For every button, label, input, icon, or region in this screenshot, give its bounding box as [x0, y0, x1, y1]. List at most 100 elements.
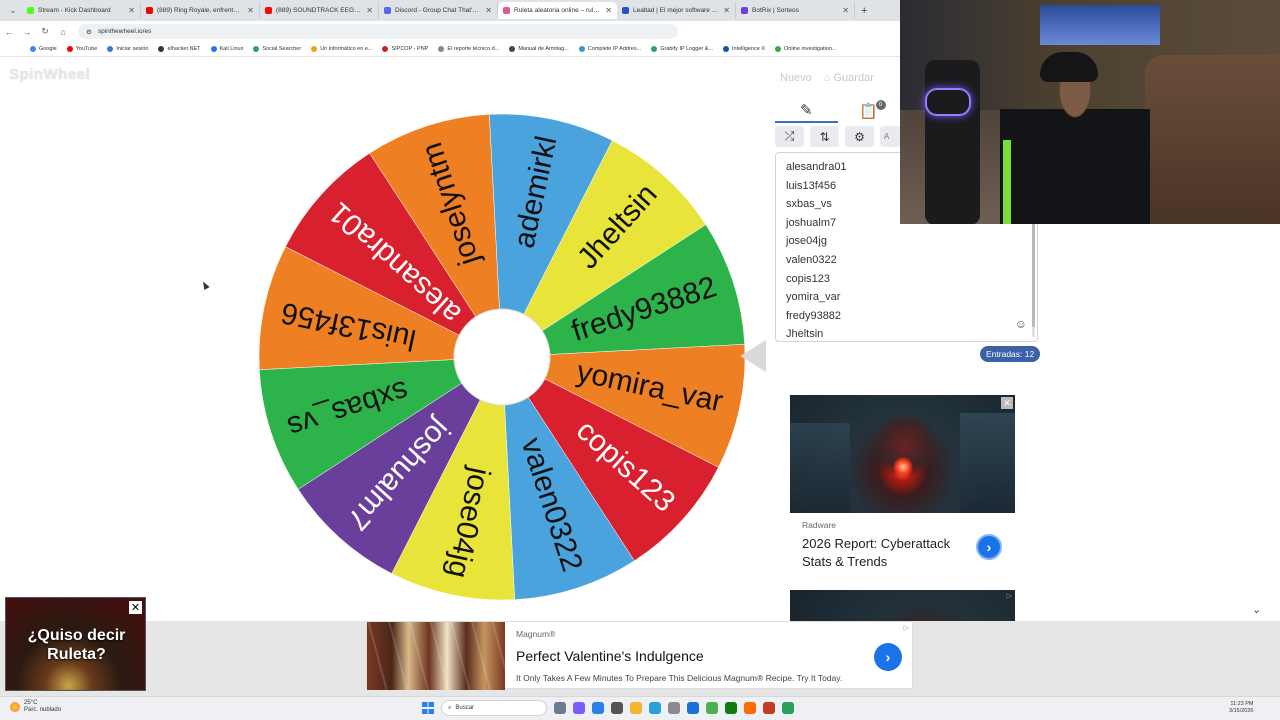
site-info-icon[interactable]: ⚙ — [86, 28, 92, 36]
taskbar-app-icon[interactable] — [592, 702, 604, 714]
taskbar-app-icon[interactable] — [782, 702, 794, 714]
tab-title: BotRix | Sorteos — [752, 7, 799, 14]
bookmark-icon — [382, 46, 389, 52]
bookmarks-bar: Google YouTube Iniciar sesión elhacker.NET K… — [0, 42, 900, 57]
pencil-icon: ✎ — [799, 101, 813, 119]
spin-wheel[interactable]: ademirkl Jheltsinfredy93882yomira_varcopi… — [255, 110, 749, 604]
favicon-icon — [503, 7, 510, 14]
bookmark-item[interactable]: El reporte técnico d... — [438, 46, 499, 52]
bookmark-item[interactable]: Social Searcher — [253, 46, 301, 52]
emoji-icon[interactable]: ☺ — [1015, 317, 1027, 331]
settings-button[interactable]: ⚙ — [845, 126, 874, 147]
close-tab-icon[interactable]: ✕ — [842, 6, 849, 15]
bookmark-label: Kali Linux — [219, 46, 244, 52]
browser-tab[interactable]: (889) Ring Royale, enfrentamie ✕ — [141, 2, 260, 19]
new-tab-button[interactable]: + — [861, 5, 867, 17]
bookmark-icon — [438, 46, 445, 52]
adchoices-icon[interactable]: ▷ — [904, 624, 909, 632]
app-logo[interactable]: SpinWheel — [9, 66, 90, 83]
browser-tab[interactable]: (889) SOUNDTRACK EEG | GAN ✕ — [260, 2, 379, 19]
bookmark-item[interactable]: Manual de Armitag... — [509, 46, 569, 52]
close-tab-icon[interactable]: ✕ — [605, 6, 612, 15]
adchoices-icon[interactable]: ▷ — [1007, 592, 1012, 600]
tab-entries[interactable]: ✎ — [775, 99, 838, 123]
reload-icon[interactable]: ↻ — [36, 26, 54, 37]
bottom-ad[interactable]: Magnum® Perfect Valentine's Indulgence I… — [366, 621, 913, 690]
bookmark-icon — [775, 46, 782, 52]
tab-title: Stream - Kick Dashboard — [38, 7, 111, 14]
bookmark-item[interactable]: Complete IP Addres... — [578, 46, 641, 52]
browser-tab[interactable]: Discord - Group Chat That's All ✕ — [379, 2, 498, 19]
ad-go-button[interactable]: › — [874, 643, 902, 671]
bookmark-label: Grabify IP Logger &... — [660, 46, 713, 52]
chevron-down-icon[interactable]: ⌄ — [1252, 603, 1261, 616]
bookmark-icon — [651, 46, 658, 52]
bookmark-item[interactable]: Google — [30, 46, 57, 52]
bookmark-label: Google — [39, 46, 57, 52]
tab-results[interactable]: 📋 0 — [838, 99, 901, 123]
bookmark-item[interactable]: Kali Linux — [210, 46, 244, 52]
browser-tab[interactable]: BotRix | Sorteos ✕ — [736, 2, 855, 19]
bookmark-item[interactable]: YouTube — [66, 46, 97, 52]
close-tab-icon[interactable]: ✕ — [128, 6, 135, 15]
wheel-center-button[interactable] — [453, 308, 551, 406]
taskbar-app-icon[interactable] — [573, 702, 585, 714]
favicon-icon — [27, 7, 34, 14]
bookmark-item[interactable]: Online investigation... — [775, 46, 837, 52]
chevron-right-icon: › — [885, 649, 891, 665]
ad-go-button[interactable]: › — [976, 534, 1002, 560]
weather-widget[interactable]: 25°C Parc. nublado — [10, 700, 61, 714]
close-icon[interactable]: ✕ — [1001, 397, 1013, 409]
taskbar-app-icon[interactable] — [744, 702, 756, 714]
windows-start-icon[interactable] — [422, 702, 434, 714]
entries-count-badge: Entradas: 12 — [980, 346, 1041, 362]
save-button[interactable]: ⌂ Guardar — [824, 72, 874, 84]
bookmark-icon — [509, 46, 516, 52]
taskbar-search[interactable]: ⌕ Buscar — [441, 700, 547, 716]
advanced-button[interactable]: A — [880, 126, 902, 147]
address-bar[interactable]: ⚙ spinthewheel.io/es — [78, 24, 678, 39]
bookmark-item[interactable]: Intelligence X — [723, 46, 765, 52]
ad-source: Radware — [802, 520, 837, 530]
browser-tab[interactable]: Lealtad | El mejor software para ✕ — [617, 2, 736, 19]
entry-item: jose04jg — [786, 235, 827, 248]
webcam-overlay — [900, 0, 1280, 224]
side-ad[interactable]: ✕ Radware 2026 Report: Cyberattack Stats… — [790, 395, 1015, 580]
bookmark-item[interactable]: Un informático en e... — [311, 46, 372, 52]
taskbar-app-icon[interactable] — [668, 702, 680, 714]
taskbar-app-icon[interactable] — [763, 702, 775, 714]
taskbar-app-icon[interactable] — [706, 702, 718, 714]
bookmark-item[interactable]: SIPCOP - PNP — [382, 46, 428, 52]
taskbar-app-icon[interactable] — [630, 702, 642, 714]
close-icon[interactable]: ✕ — [129, 601, 142, 614]
bookmark-item[interactable]: Grabify IP Logger &... — [651, 46, 713, 52]
close-tab-icon[interactable]: ✕ — [723, 6, 730, 15]
taskbar-app-icon[interactable] — [649, 702, 661, 714]
taskbar-app-icon[interactable] — [611, 702, 623, 714]
save-icon: ⌂ — [823, 72, 834, 84]
corner-ad[interactable]: ¿Quiso decir Ruleta? ✕ — [5, 597, 146, 691]
browser-tab[interactable]: Stream - Kick Dashboard ✕ — [22, 2, 141, 19]
sort-button[interactable]: ⇅ — [810, 126, 839, 147]
corner-ad-text: ¿Quiso decir Ruleta? — [27, 627, 126, 663]
tab-search-icon[interactable]: ⌄ — [4, 5, 22, 16]
new-button[interactable]: Nuevo — [780, 72, 812, 84]
bookmark-item[interactable]: Iniciar sesión — [107, 46, 148, 52]
system-clock[interactable]: 11:23 PM 3/15/2026 — [1229, 701, 1253, 715]
close-tab-icon[interactable]: ✕ — [485, 6, 492, 15]
taskbar-app-icon[interactable] — [725, 702, 737, 714]
favicon-icon — [384, 7, 391, 14]
bookmark-icon — [253, 46, 260, 52]
shuffle-button[interactable]: ⤮ — [775, 126, 804, 147]
taskbar-app-icon[interactable] — [687, 702, 699, 714]
browser-tab[interactable]: Ruleta aleatoria online – ruleta ✕ — [498, 2, 617, 19]
close-tab-icon[interactable]: ✕ — [247, 6, 254, 15]
ad-title[interactable]: Perfect Valentine's Indulgence — [516, 648, 704, 664]
taskbar-app-icon[interactable] — [554, 702, 566, 714]
home-icon[interactable]: ⌂ — [54, 27, 72, 37]
bookmark-item[interactable]: elhacker.NET — [158, 46, 201, 52]
back-icon[interactable]: ← — [0, 27, 18, 37]
forward-icon[interactable]: → — [18, 27, 36, 37]
ad-title[interactable]: 2026 Report: Cyberattack Stats & Trends — [802, 535, 972, 571]
close-tab-icon[interactable]: ✕ — [366, 6, 373, 15]
